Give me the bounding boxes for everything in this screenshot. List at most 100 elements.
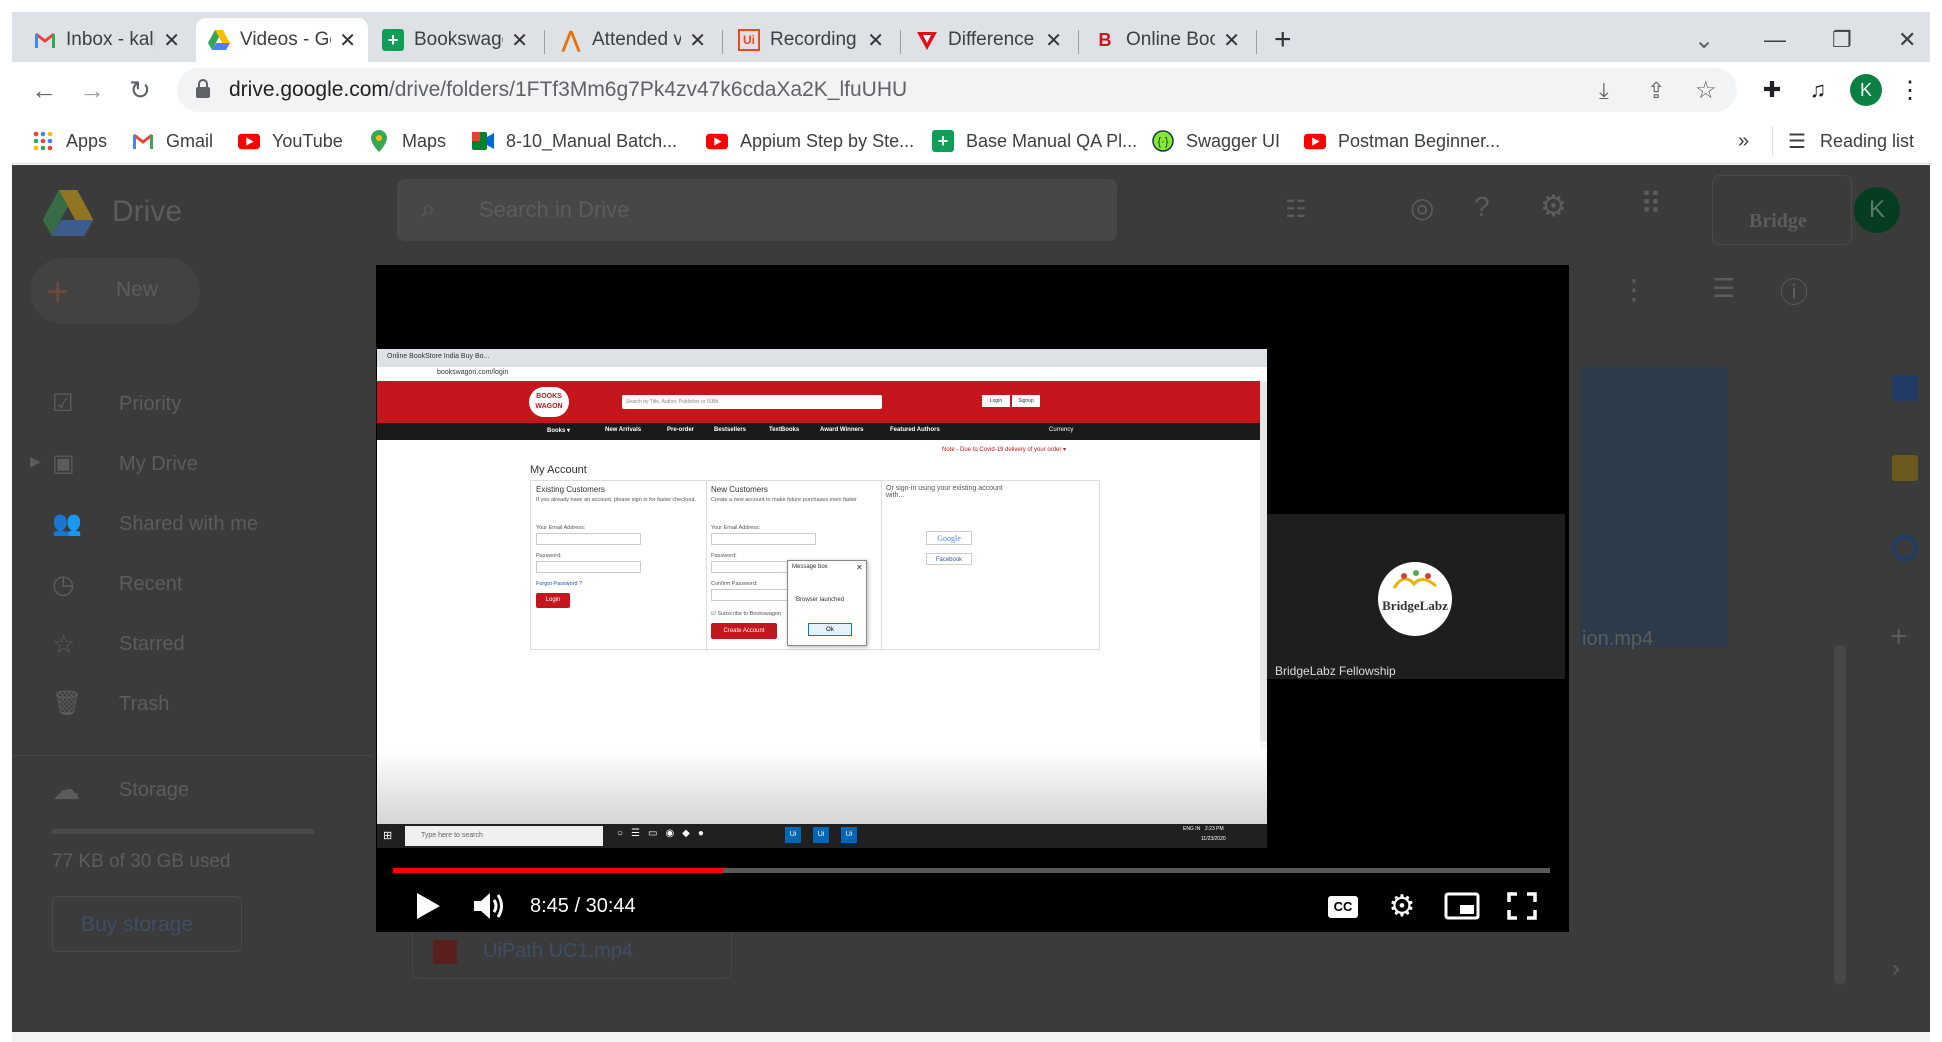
my-drive-icon: ▣ xyxy=(52,450,75,477)
chevron-right-icon[interactable]: › xyxy=(1892,955,1900,983)
drive-search-box[interactable]: ⌕ Search in Drive ☷ xyxy=(397,179,1307,241)
share-icon[interactable]: ⇪ xyxy=(1647,78,1665,104)
close-tab-icon[interactable]: ✕ xyxy=(867,28,884,53)
inner-page-body: Note - Due to Covid-19 delivery of your … xyxy=(377,440,1260,750)
video-time: 8:45 / 30:44 xyxy=(530,894,636,917)
sidebar-item-priority[interactable]: ☑ Priority xyxy=(52,387,372,427)
play-button[interactable] xyxy=(410,886,446,926)
inner-email-field xyxy=(536,533,641,545)
sidebar-item-trash[interactable]: 🗑 Trash xyxy=(52,687,372,727)
extensions-button[interactable]: ✚ xyxy=(1752,70,1792,110)
more-vert-icon[interactable]: ⋮ xyxy=(1620,273,1648,306)
scrollbar[interactable] xyxy=(1834,645,1846,985)
tab-drive[interactable]: Videos - Googl ✕ xyxy=(196,18,368,62)
inner-nav-item: Award Winners xyxy=(820,427,864,433)
lock-icon[interactable] xyxy=(195,79,211,104)
clock-icon: ◷ xyxy=(52,569,75,599)
tab-separator xyxy=(900,30,901,54)
info-icon[interactable]: ⓘ xyxy=(1780,271,1808,311)
close-tab-icon[interactable]: ✕ xyxy=(163,28,180,53)
inner-email-label: Your Email Address: xyxy=(711,525,761,531)
forward-button[interactable]: → xyxy=(72,70,112,110)
buy-storage-button[interactable]: Buy storage xyxy=(52,896,242,952)
sidebar-item-storage[interactable]: ☁ Storage xyxy=(52,773,372,813)
reload-icon: ↻ xyxy=(129,74,151,105)
sidebar-item-shared[interactable]: 👥 Shared with me xyxy=(52,507,372,547)
close-tab-icon[interactable]: ✕ xyxy=(1223,28,1240,53)
bookmark-gmail[interactable]: Gmail xyxy=(132,126,213,156)
bookmark-base-manual[interactable]: + Base Manual QA Pl... xyxy=(932,126,1137,156)
youtube-icon xyxy=(1304,130,1326,152)
bookmark-maps[interactable]: Maps xyxy=(368,126,446,156)
profile-button[interactable]: K xyxy=(1846,70,1886,110)
bookmark-postman[interactable]: Postman Beginner... xyxy=(1304,126,1500,156)
sidebar-item-starred[interactable]: ☆ Starred xyxy=(52,627,372,667)
maps-icon xyxy=(368,130,390,152)
calendar-icon[interactable] xyxy=(1892,375,1918,401)
divider xyxy=(12,755,372,756)
bookmark-label: Gmail xyxy=(166,130,214,151)
tab-recording[interactable]: Ui Recording ✕ xyxy=(726,18,896,62)
expand-arrow-icon[interactable]: ▶ xyxy=(30,453,41,470)
tab-search-button[interactable]: ⌄ xyxy=(1682,18,1722,62)
settings-button[interactable]: ⚙ xyxy=(1384,888,1420,924)
back-button[interactable]: ← xyxy=(24,70,64,110)
bookmark-manual-batch[interactable]: 8-10_Manual Batch... xyxy=(472,126,677,156)
close-tab-icon[interactable]: ✕ xyxy=(511,28,528,53)
google-apps-icon[interactable]: ⠿ xyxy=(1640,187,1662,222)
bookmark-label: Appium Step by Ste... xyxy=(740,130,915,151)
video-thumbnail[interactable] xyxy=(1580,367,1728,647)
bookmark-swagger[interactable]: {·} Swagger UI xyxy=(1152,126,1280,156)
tab-difference[interactable]: Difference bet ✕ xyxy=(904,18,1074,62)
inner-search: Search by Title, Author, Publisher or IS… xyxy=(622,395,882,409)
minimize-button[interactable]: — xyxy=(1752,18,1802,62)
close-window-button[interactable]: ✕ xyxy=(1886,18,1930,62)
tab-gmail[interactable]: Inbox - kalpesh ✕ xyxy=(22,18,192,62)
close-tab-icon[interactable]: ✕ xyxy=(339,28,356,53)
media-control-button[interactable]: ♫ xyxy=(1798,70,1838,110)
close-tab-icon[interactable]: ✕ xyxy=(1045,28,1062,53)
address-bar[interactable]: drive.google.com/drive/folders/1FTf3Mm6g… xyxy=(177,68,1737,112)
bookmarks-overflow-button[interactable]: » xyxy=(1738,126,1749,156)
inner-nav: Books ▾ New Arrivals Pre-order Bestselle… xyxy=(377,423,1260,440)
reload-button[interactable]: ↻ xyxy=(120,70,160,110)
bookmark-youtube[interactable]: YouTube xyxy=(238,126,343,156)
inner-message-box: Message box ✕ Browser launched Ok xyxy=(787,560,867,646)
bookmark-apps[interactable]: Apps xyxy=(32,126,107,156)
sidebar-item-recent[interactable]: ◷ Recent xyxy=(52,567,372,607)
tab-sheets[interactable]: + BookswagonC ✕ xyxy=(370,18,540,62)
sheets-icon: + xyxy=(932,130,954,152)
bookmark-appium[interactable]: Appium Step by Ste... xyxy=(706,126,914,156)
captions-button[interactable]: CC xyxy=(1326,890,1360,924)
add-addon-icon[interactable]: + xyxy=(1890,620,1908,654)
tab-bookswagon[interactable]: B Online BookSto ✕ xyxy=(1082,18,1252,62)
file-item[interactable]: UiPath UC1.mp4 xyxy=(412,925,732,979)
restore-button[interactable]: ❐ xyxy=(1820,18,1870,62)
drive-logo-icon[interactable] xyxy=(42,190,94,241)
fullscreen-button[interactable] xyxy=(1502,888,1542,924)
tasks-icon[interactable] xyxy=(1892,535,1918,561)
bottom-strip xyxy=(12,1032,1930,1042)
bookmark-star-icon[interactable]: ☆ xyxy=(1695,76,1717,105)
browser-menu-button[interactable]: ⋮ xyxy=(1890,70,1930,110)
reading-list-button[interactable]: ☰ Reading list xyxy=(1786,126,1914,156)
miniplayer-button[interactable] xyxy=(1442,888,1482,924)
settings-gear-icon[interactable]: ⚙ xyxy=(1540,189,1567,224)
tab-attended[interactable]: ⋀ Attended vs Ur ✕ xyxy=(548,18,718,62)
close-tab-icon[interactable]: ✕ xyxy=(689,28,706,53)
ready-offline-icon[interactable]: ◎ xyxy=(1410,191,1434,224)
avatar[interactable]: K xyxy=(1854,187,1900,233)
tune-icon[interactable]: ☷ xyxy=(1285,195,1307,224)
keep-icon[interactable] xyxy=(1892,455,1918,481)
file-item-label: UiPath UC1.mp4 xyxy=(483,940,634,962)
trash-icon: 🗑 xyxy=(52,690,83,717)
sidebar-item-my-drive[interactable]: ▶ ▣ My Drive xyxy=(30,447,370,487)
list-view-icon[interactable]: ☰ xyxy=(1712,273,1735,304)
new-tab-button[interactable]: + xyxy=(1262,18,1306,62)
url-path: /drive/folders/1FTf3Mm6g7Pk4zv47k6cdaXa2… xyxy=(388,78,908,101)
divider xyxy=(1772,126,1773,156)
help-icon[interactable]: ? xyxy=(1474,191,1490,223)
install-app-icon[interactable]: ⤓ xyxy=(1599,78,1609,104)
volume-button[interactable] xyxy=(470,886,510,926)
new-button[interactable]: + New xyxy=(30,258,200,324)
